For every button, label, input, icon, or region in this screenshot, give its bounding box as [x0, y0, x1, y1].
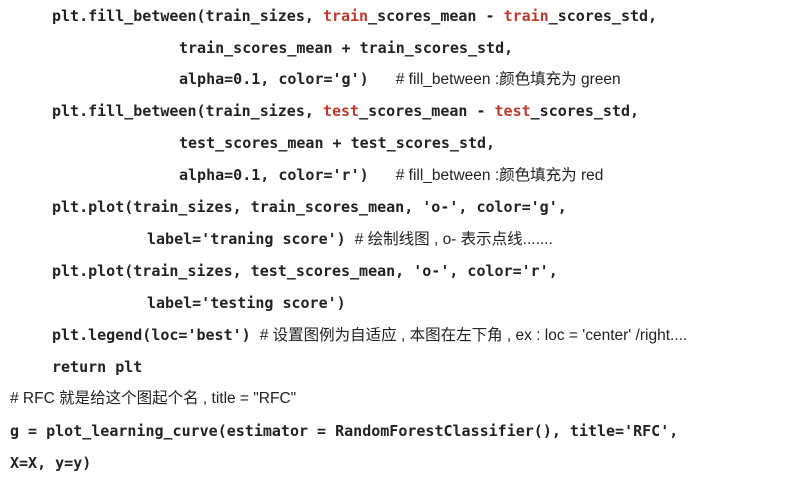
- code-segment: _scores_std,: [548, 7, 658, 25]
- code-line-1: plt.fill_between(train_sizes, train_scor…: [52, 0, 657, 32]
- code-comment: # fill_between :颜色填充为 red: [395, 167, 604, 184]
- code-snippet: plt.fill_between(train_sizes, train_scor…: [0, 0, 807, 481]
- code-line-8: label='traning score') # 绘制线图 , o- 表示点线.…: [147, 223, 553, 255]
- code-line-12: return plt: [52, 358, 143, 376]
- code-line-9: plt.plot(train_sizes, test_scores_mean, …: [52, 262, 558, 280]
- code-line-4: plt.fill_between(train_sizes, test_score…: [52, 95, 639, 127]
- code-line-3: alpha=0.1, color='g') # fill_between :颜色…: [179, 63, 621, 95]
- highlighted-token: train: [503, 7, 549, 25]
- code-line-6: alpha=0.1, color='r') # fill_between :颜色…: [179, 159, 603, 191]
- code-line-5: test_scores_mean + test_scores_std,: [179, 134, 496, 152]
- code-segment: plt.fill_between(train_sizes,: [52, 102, 323, 120]
- code-segment: alpha=0.1, color='g'): [179, 70, 369, 88]
- code-line-15: X=X, y=y): [10, 454, 92, 472]
- code-line-7: plt.plot(train_sizes, train_scores_mean,…: [52, 198, 567, 216]
- code-segment: _scores_std,: [530, 102, 640, 120]
- code-segment: _scores_mean -: [359, 102, 495, 120]
- code-line-10: label='testing score'): [147, 294, 346, 312]
- code-line-14: g = plot_learning_curve(estimator = Rand…: [10, 422, 679, 440]
- code-line-13: # RFC 就是给这个图起个名 , title = "RFC": [10, 390, 297, 407]
- code-segment: label='traning score'): [147, 230, 346, 248]
- code-segment: plt.legend(loc='best'): [52, 326, 251, 344]
- code-segment: _scores_mean -: [368, 7, 504, 25]
- code-segment: alpha=0.1, color='r'): [179, 166, 369, 184]
- code-line-11: plt.legend(loc='best') # 设置图例为自适应 , 本图在左…: [52, 319, 687, 351]
- highlighted-token: train: [322, 7, 369, 25]
- code-comment: # 设置图例为自适应 , 本图在左下角 , ex : loc = 'center…: [259, 327, 688, 344]
- highlighted-token: test: [322, 102, 360, 120]
- highlighted-token: test: [494, 102, 531, 120]
- code-line-2: train_scores_mean + train_scores_std,: [179, 39, 514, 57]
- code-comment: # fill_between :颜色填充为 green: [395, 71, 621, 88]
- code-comment: # 绘制线图 , o- 表示点线.......: [354, 231, 553, 248]
- code-segment: plt.fill_between(train_sizes,: [52, 7, 323, 25]
